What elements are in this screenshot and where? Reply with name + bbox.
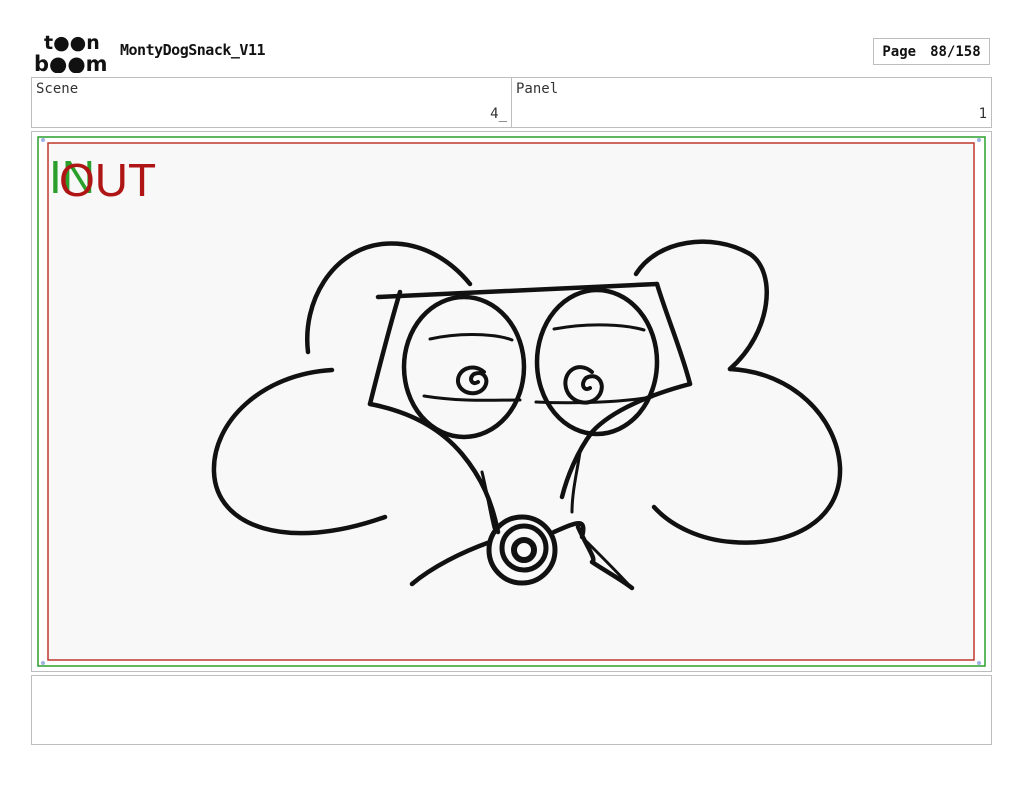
project-title: MontyDogSnack_V11 (120, 41, 266, 59)
toonboom-logo: t●●n b●●m (34, 33, 108, 73)
panel-label: Panel (516, 81, 559, 97)
logo-text-top: t●●n (44, 33, 100, 54)
corner-marker-icon (977, 138, 981, 142)
panel-notes[interactable] (31, 675, 992, 745)
out-marker: OUT (59, 154, 157, 206)
page-indicator: Page 88/158 (873, 38, 990, 65)
panel-cell: Panel 1 (511, 78, 991, 127)
page-label: Page (882, 43, 917, 60)
storyboard-panel: IN OUT (31, 131, 992, 672)
panel-drawing (37, 136, 986, 667)
page-number: 88/158 (930, 43, 981, 60)
corner-marker-icon (41, 138, 45, 142)
corner-marker-icon (977, 661, 981, 665)
panel-value: 1 (978, 106, 987, 122)
scene-cell: Scene 4_ (32, 78, 511, 127)
scene-value: 4_ (490, 106, 507, 122)
scene-panel-info: Scene 4_ Panel 1 (31, 77, 992, 128)
logo-text-bottom: b●●m (34, 52, 108, 73)
corner-marker-icon (41, 661, 45, 665)
scene-label: Scene (36, 81, 79, 97)
